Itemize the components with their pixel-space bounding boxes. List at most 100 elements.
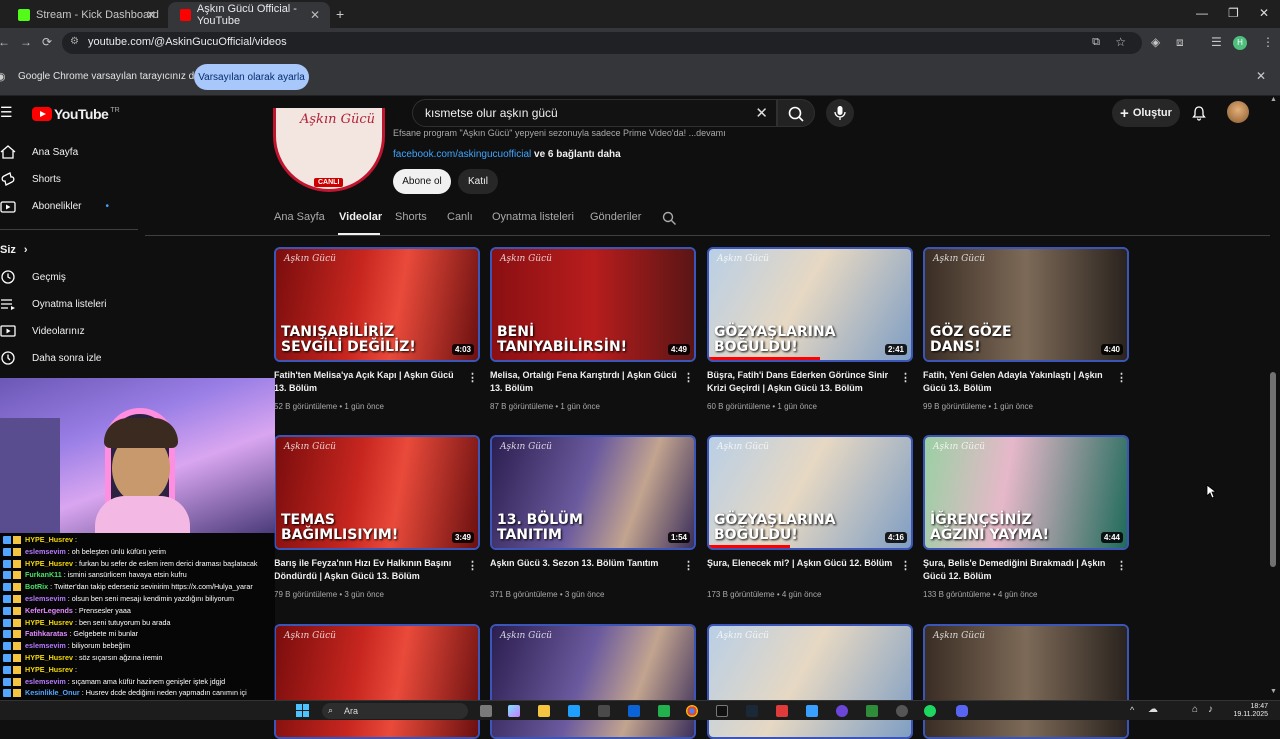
tab-search-icon[interactable]: ☰ xyxy=(1211,35,1222,49)
video-thumbnail[interactable]: Aşkın Gücü BENİ TANIYABİLİRSİN! 4:49 xyxy=(490,247,696,362)
forward-icon[interactable]: → xyxy=(20,35,32,49)
close-tab-icon[interactable]: ✕ xyxy=(146,8,156,22)
task-view-icon[interactable] xyxy=(480,705,492,717)
video-title[interactable]: Şura, Elenecek mi? | Aşkın Gücü 12. Bölü… xyxy=(707,557,897,570)
puzzle-extensions-icon[interactable]: ⧈ xyxy=(1176,35,1184,50)
sidebar-item-history[interactable]: Geçmiş xyxy=(0,266,66,288)
video-card[interactable]: Aşkın Gücü xyxy=(274,624,480,739)
tab-kick-dashboard[interactable]: Stream - Kick Dashboard ✕ xyxy=(6,2,166,28)
chrome-taskbar-icon[interactable] xyxy=(686,705,698,717)
outlook-icon[interactable] xyxy=(628,705,640,717)
bookmark-star-icon[interactable]: ☆ xyxy=(1115,35,1126,49)
tab-live[interactable]: Canlı xyxy=(447,211,473,223)
tab-posts[interactable]: Gönderiler xyxy=(590,211,641,223)
spotify-icon[interactable] xyxy=(924,705,936,717)
video-card[interactable]: Aşkın Gücü BENİ TANIYABİLİRSİN! 4:49 Melisa… xyxy=(490,247,696,411)
maximize-icon[interactable]: ❐ xyxy=(1228,6,1239,20)
channel-description[interactable]: Efsane program "Aşkın Gücü" yepyeni sezo… xyxy=(393,128,726,138)
video-title[interactable]: Fatih'ten Melisa'ya Açık Kapı | Aşkın Gü… xyxy=(274,369,464,395)
obs-icon[interactable] xyxy=(836,705,848,717)
youtube-logo[interactable]: YouTube TR xyxy=(32,106,120,122)
video-card[interactable]: Aşkın Gücü 13. BÖLÜM TANITIM 1:54 Aşkın Güc… xyxy=(490,435,696,599)
taskbar-search[interactable]: ⌕ Ara xyxy=(322,703,468,719)
clear-search-icon[interactable]: ✕ xyxy=(755,104,768,122)
sidebar-item-home[interactable]: Ana Sayfa xyxy=(0,141,78,163)
tab-videos[interactable]: Videolar xyxy=(339,211,382,223)
video-thumbnail[interactable]: Aşkın Gücü xyxy=(707,624,913,739)
reload-icon[interactable]: ⟳ xyxy=(42,35,52,49)
video-title[interactable]: Aşkın Gücü 3. Sezon 13. Bölüm Tanıtım xyxy=(490,557,680,570)
site-info-icon[interactable]: ⚙ xyxy=(70,36,79,47)
sidebar-item-your-videos[interactable]: Videolarınız xyxy=(0,320,85,342)
video-card[interactable]: Aşkın Gücü İĞRENÇSİNİZ AĞZINI YAYMA! 4:44 Ş… xyxy=(923,435,1129,599)
address-bar[interactable]: ⚙ youtube.com/@AskinGucuOfficial/videos … xyxy=(62,32,1142,54)
search-button[interactable] xyxy=(777,99,815,127)
subscribe-button[interactable]: Abone ol xyxy=(393,169,451,194)
chat-username[interactable]: HYPE_Husrev xyxy=(25,559,73,568)
chat-username[interactable]: Fatihkaratas xyxy=(25,629,67,638)
discord-icon[interactable] xyxy=(956,705,968,717)
hamburger-menu-icon[interactable]: ☰ xyxy=(0,104,13,121)
video-thumbnail[interactable]: Aşkın Gücü GÖZYAŞLARINA BOĞULDU! 4:16 xyxy=(707,435,913,550)
more-options-icon[interactable]: ⋮ xyxy=(900,371,911,384)
video-card[interactable]: Aşkın Gücü xyxy=(707,624,913,739)
system-clock[interactable]: 18:47 19.11.2025 xyxy=(1233,703,1268,719)
account-avatar[interactable] xyxy=(1227,101,1249,123)
create-button[interactable]: + Oluştur xyxy=(1112,99,1180,127)
install-app-icon[interactable]: ⧉ xyxy=(1092,36,1100,49)
network-icon[interactable]: ⌂ xyxy=(1192,704,1198,715)
more-options-icon[interactable]: ⋮ xyxy=(900,559,911,572)
more-links-text[interactable]: ve 6 bağlantı daha xyxy=(531,149,621,160)
video-thumbnail[interactable]: Aşkın Gücü TANIŞABİLİRİZ SEVGİLİ DEĞİLİZ!… xyxy=(274,247,480,362)
tab-shorts[interactable]: Shorts xyxy=(395,211,427,223)
store-icon[interactable] xyxy=(598,705,610,717)
more-options-icon[interactable]: ⋮ xyxy=(1116,559,1127,572)
onedrive-icon[interactable]: ☁ xyxy=(1148,704,1158,715)
sidebar-item-watch-later[interactable]: Daha sonra izle xyxy=(0,347,101,369)
video-card[interactable]: Aşkın Gücü TEMAS BAĞIMLISIYIM! 3:49 Barış i… xyxy=(274,435,480,599)
chat-username[interactable]: FurkanK11 xyxy=(25,570,62,579)
copilot-icon[interactable] xyxy=(508,705,520,717)
new-tab-icon[interactable]: + xyxy=(336,6,344,22)
search-input[interactable] xyxy=(425,106,745,120)
scroll-up-arrow-icon[interactable]: ▲ xyxy=(1270,96,1277,103)
epic-games-icon[interactable] xyxy=(716,705,728,717)
tray-chevron-icon[interactable]: ^ xyxy=(1130,705,1134,715)
chat-username[interactable]: HYPE_Husrev xyxy=(25,618,73,627)
app-gray-icon[interactable] xyxy=(896,705,908,717)
video-card[interactable]: Aşkın Gücü TANIŞABİLİRİZ SEVGİLİ DEĞİLİZ!… xyxy=(274,247,480,411)
video-title[interactable]: Şura, Belis'e Demediğini Bırakmadı | Aşk… xyxy=(923,557,1113,583)
video-title[interactable]: Melisa, Ortalığı Fena Karıştırdı | Aşkın… xyxy=(490,369,680,395)
app-green-icon[interactable] xyxy=(866,705,878,717)
more-options-icon[interactable]: ⋮ xyxy=(683,371,694,384)
back-icon[interactable]: ← xyxy=(0,35,10,49)
video-thumbnail[interactable]: Aşkın Gücü xyxy=(490,624,696,739)
tab-home[interactable]: Ana Sayfa xyxy=(274,211,325,223)
video-thumbnail[interactable]: Aşkın Gücü İĞRENÇSİNİZ AĞZINI YAYMA! 4:44 xyxy=(923,435,1129,550)
video-title[interactable]: Büşra, Fatih'i Dans Ederken Görünce Sini… xyxy=(707,369,897,395)
chat-username[interactable]: HYPE_Husrev xyxy=(25,535,73,544)
chat-username[interactable]: HYPE_Husrev xyxy=(25,653,73,662)
chat-username[interactable]: HYPE_Husrev xyxy=(25,665,73,674)
extension-icon[interactable]: ◈ xyxy=(1151,35,1160,49)
channel-links[interactable]: facebook.com/askingucuofficial ve 6 bağl… xyxy=(393,149,621,160)
url-text[interactable]: youtube.com/@AskinGucuOfficial/videos xyxy=(88,36,287,48)
steam-icon[interactable] xyxy=(746,705,758,717)
page-scrollbar[interactable] xyxy=(1270,372,1276,567)
sidebar-item-subscriptions[interactable]: Abonelikler • xyxy=(0,195,109,217)
chrome-menu-icon[interactable]: ⋮ xyxy=(1262,35,1274,49)
video-card[interactable]: Aşkın Gücü xyxy=(923,624,1129,739)
search-box[interactable]: ✕ xyxy=(412,99,777,127)
chat-username[interactable]: BotRix xyxy=(25,582,48,591)
video-card[interactable]: Aşkın Gücü GÖZYAŞLARINA BOĞULDU! 4:16 Şura,… xyxy=(707,435,913,599)
video-thumbnail[interactable]: Aşkın Gücü xyxy=(274,624,480,739)
channel-avatar[interactable]: Aşkın Gücü CANLI xyxy=(273,108,385,192)
more-options-icon[interactable]: ⋮ xyxy=(683,559,694,572)
tab-askin-gucu[interactable]: Aşkın Gücü Official - YouTube ✕ xyxy=(168,2,330,28)
app-blue-icon[interactable] xyxy=(806,705,818,717)
windows-start-icon[interactable] xyxy=(296,704,310,718)
chat-username[interactable]: eslemsevim xyxy=(25,547,66,556)
volume-icon[interactable]: ♪ xyxy=(1208,704,1213,715)
video-title[interactable]: Fatih, Yeni Gelen Adayla Yakınlaştı | Aş… xyxy=(923,369,1113,395)
join-button[interactable]: Katıl xyxy=(458,169,498,194)
